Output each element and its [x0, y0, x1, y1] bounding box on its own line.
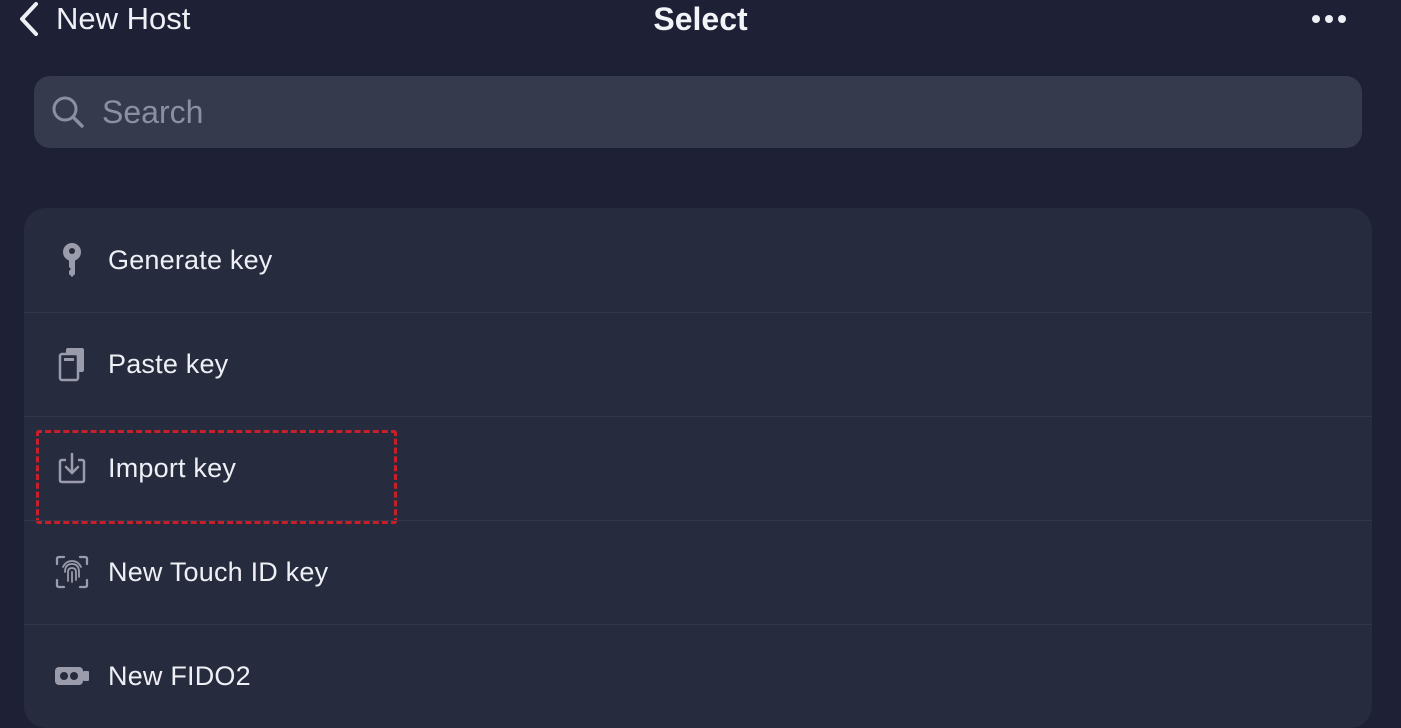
list-item-label: New Touch ID key	[108, 556, 329, 587]
list-item-paste-key[interactable]: Paste key	[24, 312, 1372, 416]
fingerprint-icon	[52, 552, 92, 592]
key-icon	[52, 240, 92, 280]
search-input[interactable]	[100, 86, 1362, 138]
list-item-generate-key[interactable]: Generate key	[24, 208, 1372, 312]
page-title: Select	[653, 1, 748, 37]
list-item-label: Import key	[108, 452, 237, 483]
security-key-icon	[52, 656, 92, 696]
ellipsis-icon	[1311, 13, 1347, 30]
navigation-bar: New Host Select	[0, 0, 1401, 40]
search-icon	[50, 94, 86, 130]
list-item-label: New FIDO2	[108, 660, 251, 691]
more-button[interactable]	[1311, 12, 1347, 26]
list-item-import-key[interactable]: Import key	[24, 416, 1372, 524]
clipboard-icon	[52, 344, 92, 384]
list-item-label: Paste key	[108, 348, 229, 379]
list-item-new-touch-id-key[interactable]: New Touch ID key	[24, 520, 1372, 624]
import-icon	[52, 448, 92, 488]
search-bar[interactable]	[34, 76, 1362, 148]
list-item-new-fido2[interactable]: New FIDO2	[24, 624, 1372, 728]
key-options-list: Generate key Paste key Import key New To…	[24, 208, 1372, 728]
list-item-label: Generate key	[108, 244, 273, 275]
